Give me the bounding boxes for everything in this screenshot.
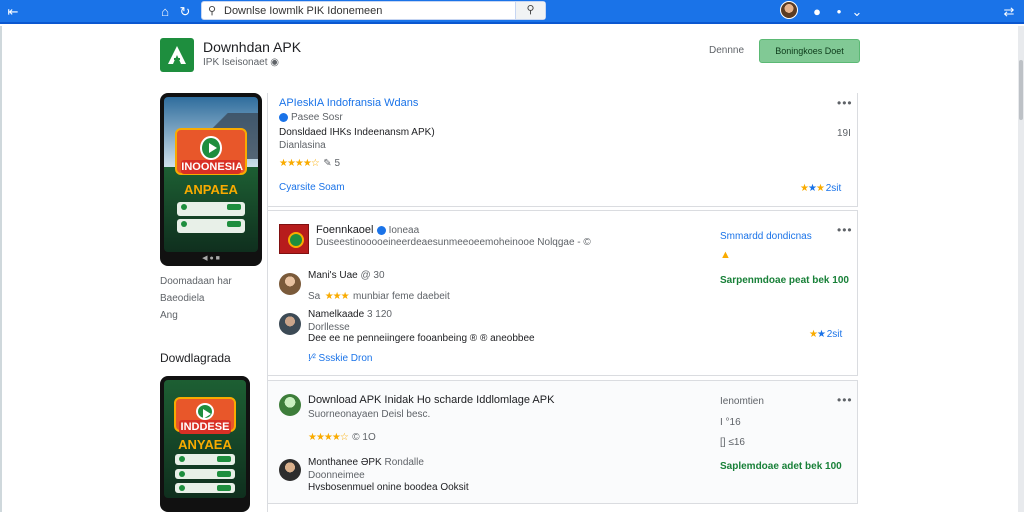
score: ★★★ 2sit xyxy=(800,183,842,194)
more-options-icon[interactable]: ••• xyxy=(837,96,853,110)
side-meta: I °16 xyxy=(720,417,741,428)
green-note: Saplemdoae adet bek 100 xyxy=(720,461,842,472)
trophy-icon: ▲ xyxy=(720,249,731,261)
search-icon: ⚲ xyxy=(208,5,217,17)
reviewer-avatar[interactable] xyxy=(279,313,301,335)
card-icon[interactable] xyxy=(279,394,301,416)
search-query: Downlse Iowmlk PIK Idonemeen xyxy=(224,5,383,17)
card-detail: Dianlasina xyxy=(279,140,326,151)
reviewer-sub: Doonneimee xyxy=(308,470,365,481)
app-title: Downhdan APK xyxy=(203,39,302,55)
install-button[interactable]: Boningkoes Doet xyxy=(759,39,860,63)
rating: ★★★★☆ ✎ 5 xyxy=(279,158,341,169)
verified-icon xyxy=(376,225,386,235)
publisher-card: Foennkaoel Ioneaa Duseestinooooeineerdea… xyxy=(268,210,858,376)
app-logo xyxy=(160,38,194,72)
screenshot-phone-1[interactable]: INOONESIA ANPAEA ◀ ● ■ xyxy=(160,93,262,266)
thumb-icon: ✎ xyxy=(323,158,335,169)
app-card: APIeskIA Indofransia Wdans Pasee Sosr Do… xyxy=(268,93,858,207)
reviewer-rating: Sa ★★★ munbiar feme daebeit xyxy=(308,291,450,302)
reviewer-avatar[interactable] xyxy=(279,273,301,295)
play-icon xyxy=(200,135,222,160)
menu-icon[interactable]: ⇄ xyxy=(1000,3,1018,21)
developer-link[interactable]: Dennne xyxy=(709,45,744,56)
download-card: Download APK Inidak Ho scharde Iddlomlag… xyxy=(268,380,858,504)
status-badge: Pasee Sosr xyxy=(279,112,343,123)
downloads-heading: Dowdlagrada xyxy=(160,351,231,365)
screenshot-phone-2[interactable]: INDDESE ANYAEA xyxy=(160,376,250,512)
reviewer-avatar[interactable] xyxy=(279,459,301,481)
window-edge xyxy=(0,26,2,512)
score: ★★ 2sit xyxy=(809,329,843,340)
play-icon xyxy=(195,402,215,421)
app-badge: INOONESIA xyxy=(175,128,247,175)
side-meta: [] ≤16 xyxy=(720,437,745,448)
chevron-down-icon[interactable]: ⌄ xyxy=(848,3,866,21)
side-label: Ienomtien xyxy=(720,396,764,407)
reviewer-name: Mani's Uae @ 30 xyxy=(308,270,385,281)
info-icon: ◉ xyxy=(270,57,279,68)
publisher-description: Duseestinooooeineerdeaesunmeeoeemoheinoo… xyxy=(316,237,591,248)
review-text: Hvsbosenmuel onine boodea Ooksit xyxy=(308,482,469,493)
more-options-icon[interactable]: ••• xyxy=(837,393,853,407)
review-text: Dee ee ne penneiingere fooanbeing ® ® an… xyxy=(308,333,535,344)
search-button[interactable]: ⚲ xyxy=(515,2,545,19)
back-arrow-icon[interactable]: ⇤ xyxy=(4,3,22,21)
forward-icon[interactable]: ↻ xyxy=(176,3,194,21)
bottom-text: ANPAEA xyxy=(184,182,238,198)
reviewer-name: Monthanee ƏPK Rondalle xyxy=(308,457,424,468)
app-subtitle: IPK Iseisonaet ◉ xyxy=(203,57,279,68)
size-label: 19I xyxy=(837,128,851,139)
account-icon[interactable]: ● xyxy=(808,3,826,21)
badge-text: INDDESE xyxy=(179,420,231,435)
home-icon[interactable]: ⌂ xyxy=(156,3,174,21)
publisher-logo[interactable] xyxy=(279,224,309,254)
settings-icon[interactable]: • xyxy=(830,3,848,21)
avatar[interactable] xyxy=(780,1,798,19)
reviewer-name: Namelkaade 3 120 xyxy=(308,309,392,320)
sidebar-meta-3: Ang xyxy=(160,310,178,321)
card-title[interactable]: Download APK Inidak Ho scharde Iddlomlag… xyxy=(308,394,554,406)
scrollbar-thumb[interactable] xyxy=(1019,60,1023,120)
publisher-name[interactable]: Foennkaoel Ioneaa xyxy=(316,224,419,236)
card-link[interactable]: Cyarsite Soam xyxy=(279,182,345,193)
browser-toolbar: ⇤ ⌂ ↻ ⚲ Downlse Iowmlk PIK Idonemeen ⚲ ●… xyxy=(0,0,1024,24)
card-subtitle: Suorneonayaen Deisl besc. xyxy=(308,409,431,420)
badge-text: INOONESIA xyxy=(181,159,244,174)
nav-bar: ◀ ● ■ xyxy=(202,255,220,262)
side-label[interactable]: Smmardd dondicnas xyxy=(720,231,812,242)
sidebar-meta-2: Baeodiela xyxy=(160,293,205,304)
address-bar[interactable]: ⚲ Downlse Iowmlk PIK Idonemeen ⚲ xyxy=(201,1,546,20)
more-options-icon[interactable]: ••• xyxy=(837,223,853,237)
green-note: Sarpenmdoae peat bek 100 xyxy=(720,275,849,286)
app-badge: INDDESE xyxy=(173,396,237,435)
card-subtitle: Donsldaed IHKs Indeenansm APK) xyxy=(279,127,435,138)
card-link[interactable]: !⁄² Ssskie Dron xyxy=(308,353,372,364)
bottom-text: ANYAEA xyxy=(178,436,232,452)
reviewer-sub: Dorllesse xyxy=(308,322,350,333)
card-title[interactable]: APIeskIA Indofransia Wdans xyxy=(279,97,418,109)
sidebar-meta-1: Doomadaan har xyxy=(160,276,232,287)
rating: ★★★★☆ © 1O xyxy=(308,432,376,443)
